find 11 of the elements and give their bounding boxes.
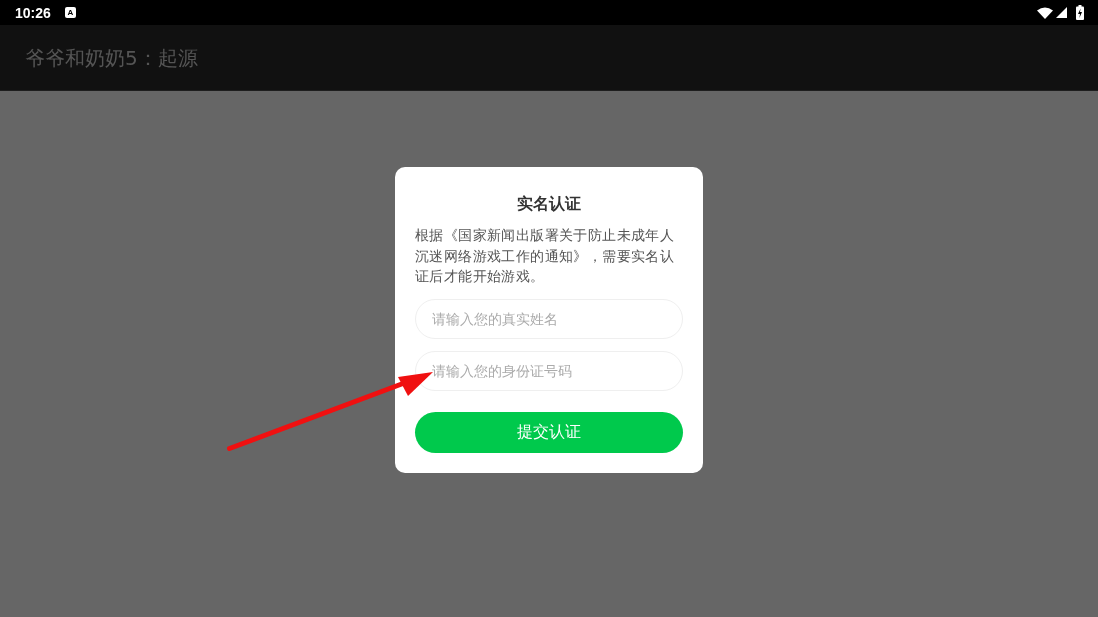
- name-input-field[interactable]: 请输入您的真实姓名: [415, 298, 683, 339]
- id-number-input-field[interactable]: 请输入您的身份证号码: [415, 350, 683, 391]
- notification-icon: A: [64, 7, 76, 18]
- battery-charging-icon: [1076, 5, 1084, 20]
- wifi-icon: [1037, 6, 1053, 19]
- signal-icon: [1056, 7, 1067, 18]
- dialog-title: 实名认证: [516, 193, 582, 215]
- dialog-message: 根据《国家新闻出版署关于防止未成年人沉迷网络游戏工作的通知》，需要实名认证后才能开始游戏。: [415, 226, 676, 286]
- status-time: 10:26: [15, 4, 51, 21]
- app-title: 爷爷和奶奶5：起源: [25, 44, 198, 71]
- submit-button[interactable]: 提交认证: [415, 411, 683, 453]
